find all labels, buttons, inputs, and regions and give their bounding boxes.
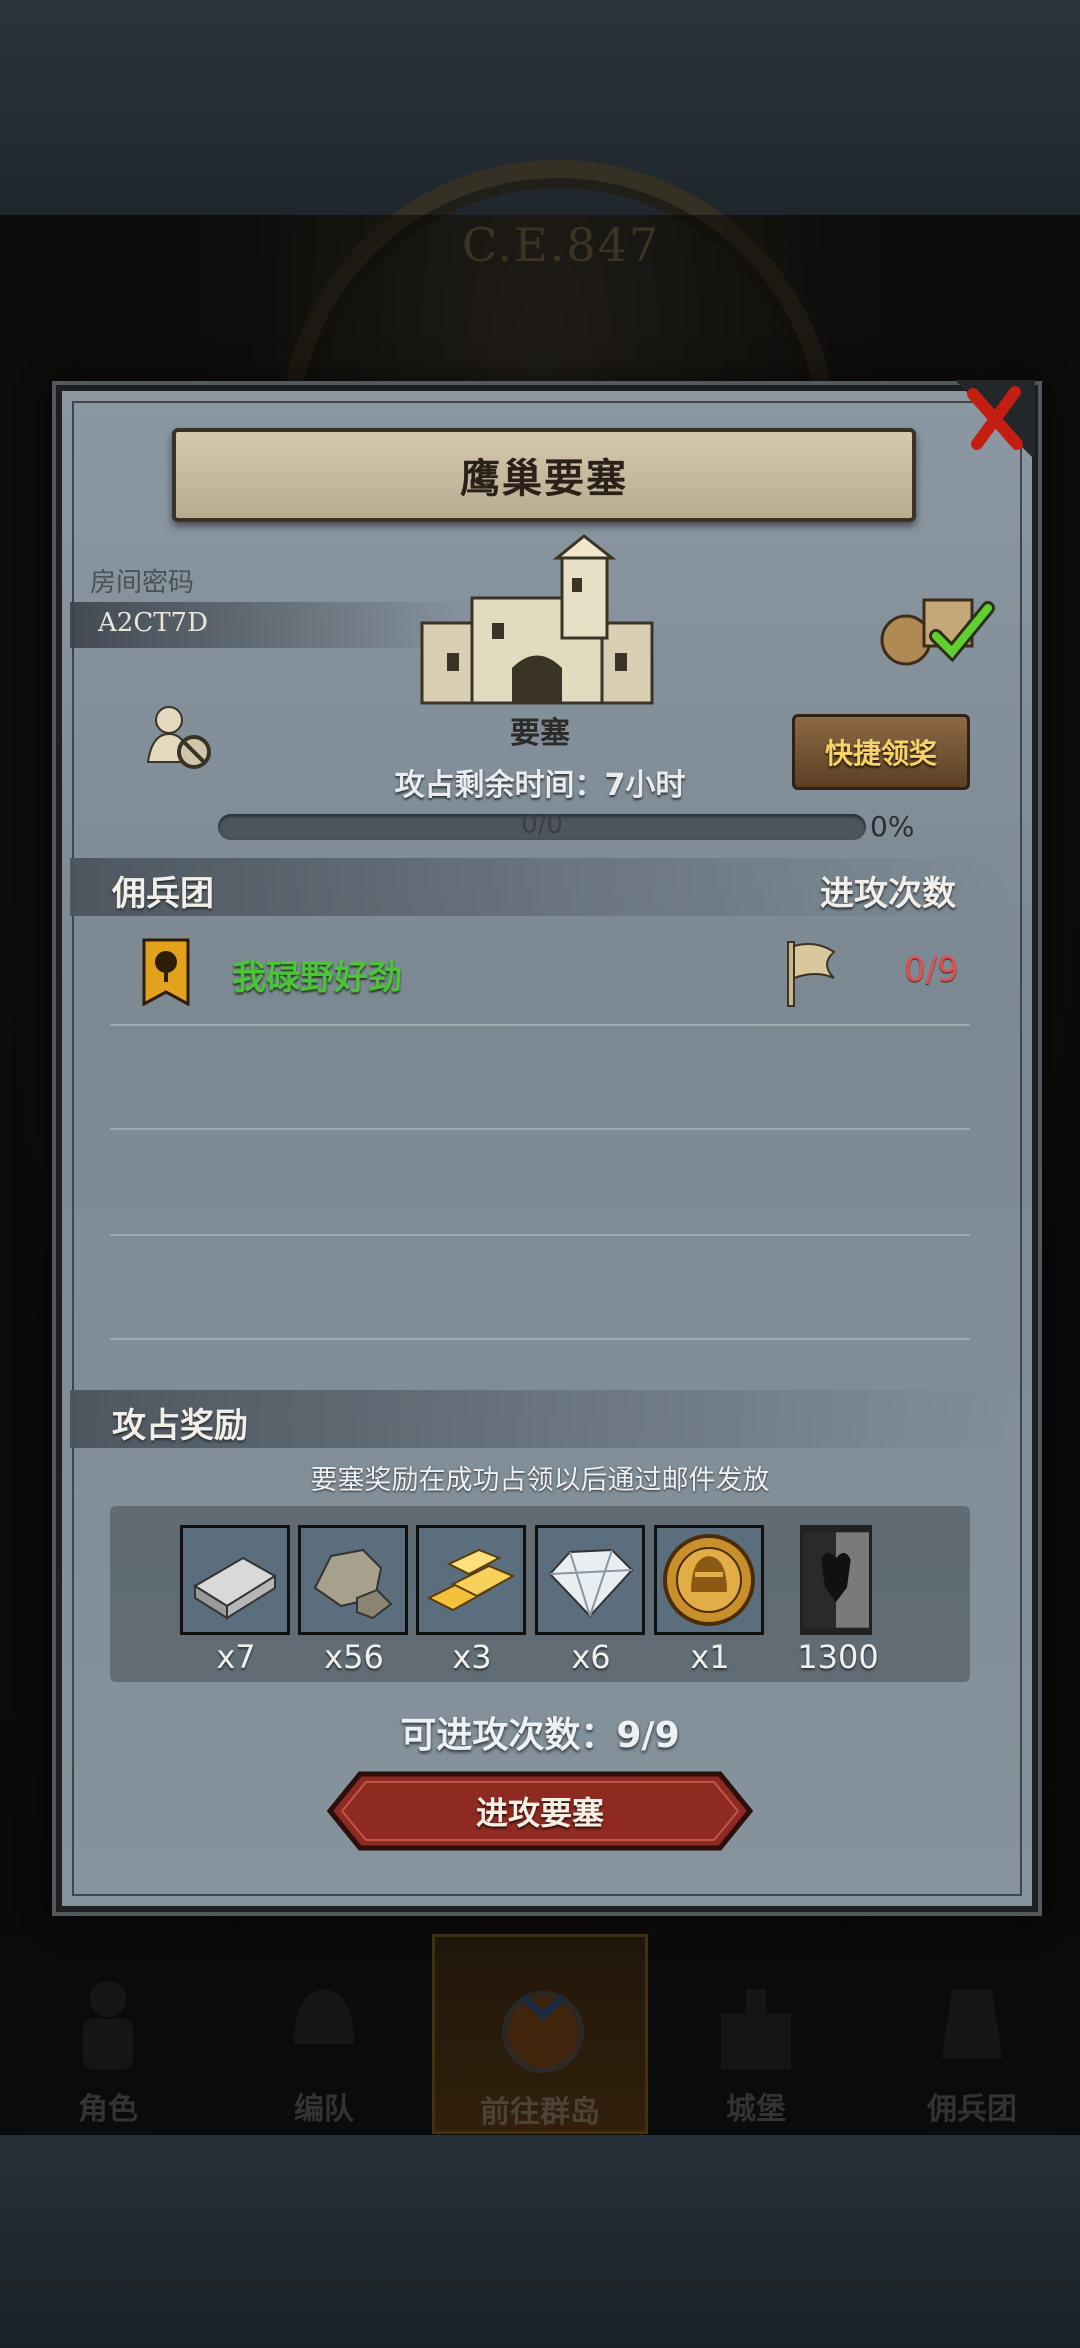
row-divider bbox=[110, 1128, 970, 1130]
attempts-left: 可进攻次数：9/9 bbox=[400, 1715, 680, 1756]
attack-fortress-button[interactable]: 进攻要塞 bbox=[324, 1770, 756, 1852]
row-divider bbox=[110, 1234, 970, 1236]
attack-count-header: 进攻次数 bbox=[820, 874, 956, 914]
close-icon[interactable] bbox=[955, 380, 1035, 460]
fortress-castle-icon bbox=[420, 534, 654, 705]
room-password-label: 房间密码 bbox=[90, 568, 195, 598]
capture-progress-bar: 0/0 bbox=[218, 810, 866, 840]
progress-percent: 0% bbox=[870, 810, 915, 843]
room-code: A2CT7D bbox=[98, 608, 208, 638]
reward-item-medal[interactable] bbox=[654, 1525, 764, 1635]
minotaur-banner-icon bbox=[803, 1532, 869, 1628]
guild-banner-icon bbox=[142, 938, 190, 1006]
helmet-medal-icon bbox=[657, 1528, 761, 1632]
reward-qty: 1300 bbox=[797, 1638, 879, 1676]
reward-item-diamond[interactable] bbox=[535, 1525, 645, 1635]
iron-ingot-icon bbox=[183, 1528, 287, 1632]
progress-text: 0/0 bbox=[521, 810, 563, 840]
mercenary-attack-count: 0/9 bbox=[904, 950, 959, 990]
quick-claim-button[interactable]: 快捷领奖 bbox=[792, 714, 970, 790]
reward-item-banner[interactable] bbox=[800, 1525, 872, 1635]
time-remaining: 攻占剩余时间：7小时 bbox=[394, 768, 686, 803]
reward-item-stone[interactable] bbox=[298, 1525, 408, 1635]
rewards-claimed-icon[interactable] bbox=[878, 588, 996, 668]
attack-button-label: 进攻要塞 bbox=[475, 1794, 604, 1832]
building-label: 要塞 bbox=[510, 716, 570, 751]
stone-icon bbox=[301, 1528, 405, 1632]
reward-note: 要塞奖励在成功占领以后通过邮件发放 bbox=[310, 1465, 770, 1496]
mercenary-name[interactable]: 我碌野好劲 bbox=[232, 950, 402, 999]
diamond-icon bbox=[538, 1528, 642, 1632]
dialog-title: 鹰巢要塞 bbox=[460, 456, 628, 502]
row-divider bbox=[110, 1338, 970, 1340]
reward-item-iron[interactable] bbox=[180, 1525, 290, 1635]
system-bar-area bbox=[0, 2135, 1080, 2348]
gold-bars-icon bbox=[419, 1528, 523, 1632]
flag-icon bbox=[787, 941, 836, 1007]
reward-qty: x1 bbox=[690, 1638, 730, 1676]
no-entry-person-icon[interactable] bbox=[144, 702, 214, 774]
reward-item-gold[interactable] bbox=[416, 1525, 526, 1635]
row-divider bbox=[110, 1024, 970, 1026]
title-plate: 鹰巢要塞 bbox=[172, 428, 916, 522]
mercenary-header: 佣兵团 bbox=[112, 874, 214, 914]
reward-header: 攻占奖励 bbox=[112, 1406, 248, 1446]
